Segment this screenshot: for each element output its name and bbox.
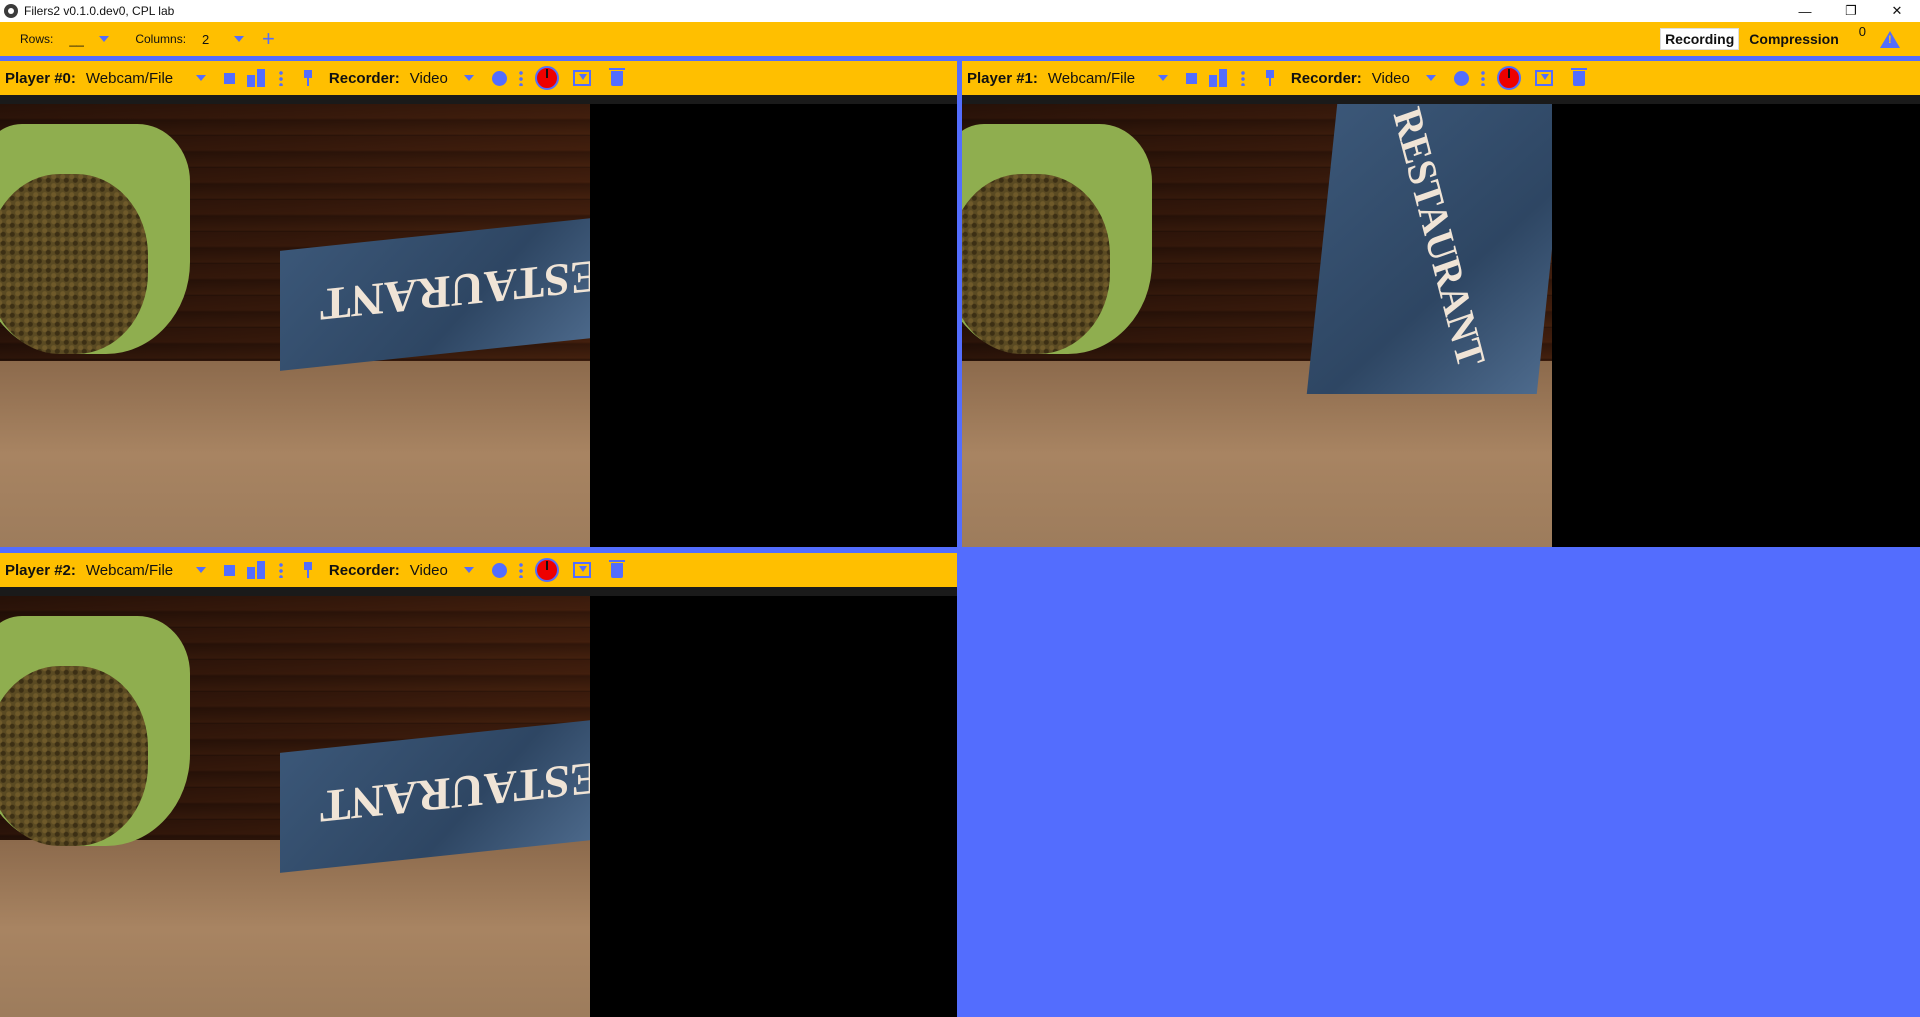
toolbar-right-group: Recording Compression 0 xyxy=(1660,24,1900,50)
source-select[interactable]: Webcam/File xyxy=(86,70,196,87)
player-bar: Player #1: Webcam/File Recorder: Video xyxy=(962,61,1920,104)
main-toolbar: Rows: __ Columns: 2 + Recording Compress… xyxy=(0,22,1920,56)
recorder-select[interactable]: Video xyxy=(410,70,464,87)
recorder-select[interactable]: Video xyxy=(410,562,464,579)
bag-text: RESTAURANT xyxy=(1384,104,1495,374)
record-icon[interactable] xyxy=(1453,70,1469,86)
video-floor xyxy=(0,360,590,547)
source-dropdown-icon[interactable] xyxy=(195,75,206,81)
player-panel-2: Player #2: Webcam/File Recorder: Video R… xyxy=(0,553,957,1017)
notification-count: 0 xyxy=(1858,24,1866,39)
stop-icon[interactable] xyxy=(223,72,235,84)
rows-dropdown-icon[interactable] xyxy=(99,36,110,42)
save-icon[interactable] xyxy=(1534,70,1553,86)
window-controls: — ❐ ✕ xyxy=(1782,0,1920,22)
compression-tab[interactable]: Compression xyxy=(1745,29,1842,49)
record-timer-icon[interactable] xyxy=(1496,66,1521,90)
source-dropdown-icon[interactable] xyxy=(195,567,206,573)
recorder-menu-icon[interactable] xyxy=(518,70,523,86)
close-button[interactable]: ✕ xyxy=(1874,0,1920,22)
player-panel-0: Player #0: Webcam/File Recorder: Video R… xyxy=(0,61,957,547)
source-select[interactable]: Webcam/File xyxy=(1048,70,1158,87)
recorder-label: Recorder: xyxy=(1290,69,1362,87)
title-bar: Filers2 v0.1.0.dev0, CPL lab — ❐ ✕ xyxy=(0,0,1920,22)
delete-icon[interactable] xyxy=(608,67,625,86)
pin-icon[interactable] xyxy=(303,70,313,86)
source-select[interactable]: Webcam/File xyxy=(86,562,196,579)
player-menu-icon[interactable] xyxy=(278,70,283,86)
columns-label: Columns: xyxy=(135,32,187,46)
columns-dropdown-icon[interactable] xyxy=(234,36,245,42)
source-dropdown-icon[interactable] xyxy=(1157,75,1168,81)
stop-icon[interactable] xyxy=(223,564,235,576)
player-panel-1: Player #1: Webcam/File Recorder: Video R… xyxy=(962,61,1920,547)
player-label: Player #2: xyxy=(5,561,76,579)
bag-image: RESTAURANT xyxy=(1306,104,1552,394)
video-view: RESTAURANT xyxy=(962,104,1552,547)
player-bar: Player #0: Webcam/File Recorder: Video xyxy=(0,61,957,104)
rows-label: Rows: xyxy=(20,32,54,46)
delete-icon[interactable] xyxy=(1570,67,1587,86)
player-bar-shadow xyxy=(962,95,1920,104)
recorder-menu-icon[interactable] xyxy=(1480,70,1485,86)
record-icon[interactable] xyxy=(491,562,507,578)
player-bar-shadow xyxy=(0,587,957,596)
save-icon[interactable] xyxy=(572,70,591,86)
bag-text: RESTAURANT xyxy=(320,748,590,833)
bowl-image xyxy=(0,616,190,846)
recorder-select[interactable]: Video xyxy=(1372,70,1426,87)
recorder-label: Recorder: xyxy=(328,561,400,579)
record-timer-icon[interactable] xyxy=(534,558,559,582)
recording-tab[interactable]: Recording xyxy=(1660,28,1740,50)
minimize-button[interactable]: — xyxy=(1782,0,1828,22)
video-view: RESTAURANT xyxy=(0,104,590,547)
switch-icon[interactable] xyxy=(246,561,267,579)
player-menu-icon[interactable] xyxy=(278,562,283,578)
delete-icon[interactable] xyxy=(608,559,625,578)
pin-icon[interactable] xyxy=(303,562,313,578)
recorder-dropdown-icon[interactable] xyxy=(1425,75,1436,81)
stop-icon[interactable] xyxy=(1185,72,1197,84)
rows-value[interactable]: __ xyxy=(69,32,89,47)
pin-icon[interactable] xyxy=(1265,70,1275,86)
save-icon[interactable] xyxy=(572,562,591,578)
columns-value[interactable]: 2 xyxy=(202,32,222,47)
bowl-image xyxy=(962,124,1152,354)
switch-icon[interactable] xyxy=(246,69,267,87)
switch-icon[interactable] xyxy=(1208,69,1229,87)
restore-button[interactable]: ❐ xyxy=(1828,0,1874,22)
bowl-image xyxy=(0,124,190,354)
recorder-menu-icon[interactable] xyxy=(518,562,523,578)
recorder-label: Recorder: xyxy=(328,69,400,87)
video-view: RESTAURANT xyxy=(0,596,590,1017)
recorder-dropdown-icon[interactable] xyxy=(463,75,474,81)
player-label: Player #0: xyxy=(5,69,76,87)
player-bar-shadow xyxy=(0,95,957,104)
player-label: Player #1: xyxy=(967,69,1038,87)
window-title: Filers2 v0.1.0.dev0, CPL lab xyxy=(24,4,175,18)
player-bar: Player #2: Webcam/File Recorder: Video xyxy=(0,553,957,596)
record-icon[interactable] xyxy=(491,70,507,86)
bag-text: RESTAURANT xyxy=(320,246,590,331)
record-timer-icon[interactable] xyxy=(534,66,559,90)
app-icon xyxy=(4,4,18,18)
recorder-dropdown-icon[interactable] xyxy=(463,567,474,573)
player-menu-icon[interactable] xyxy=(1240,70,1245,86)
add-player-icon[interactable]: + xyxy=(262,28,275,50)
empty-player-slot xyxy=(958,549,1920,1017)
warning-icon[interactable] xyxy=(1880,30,1900,48)
